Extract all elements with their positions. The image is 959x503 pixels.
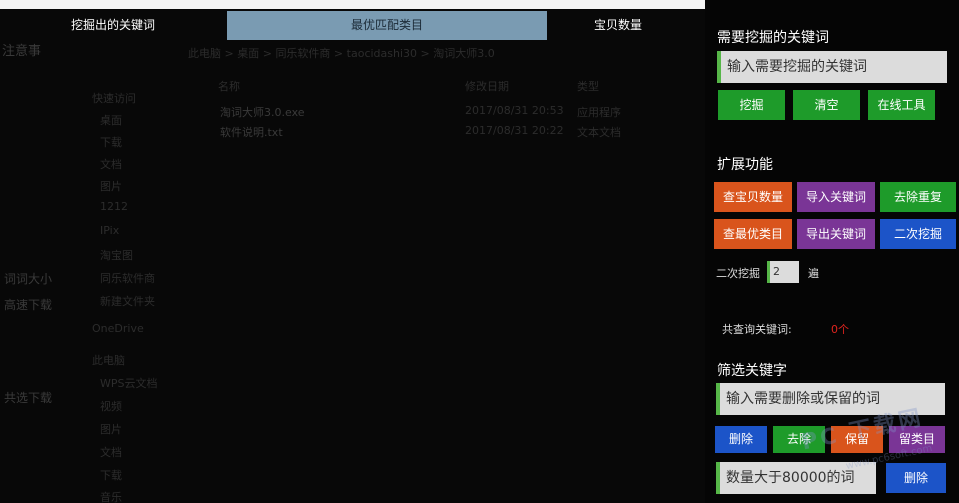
ghost-left-text: 共选下载 <box>4 391 53 405</box>
dedupe-button[interactable]: 去除重复 <box>880 182 956 212</box>
column-header-best-category[interactable]: 最优匹配类目 <box>227 11 547 40</box>
extend-section-title: 扩展功能 <box>717 157 773 173</box>
ghost-nav-item: 桌面 <box>100 114 122 127</box>
times-label: 遍 <box>808 267 819 280</box>
second-mine-label: 二次挖掘 <box>716 267 760 280</box>
total-queried-value: 0个 <box>831 323 849 336</box>
clear-button[interactable]: 清空 <box>793 90 860 120</box>
online-tools-button[interactable]: 在线工具 <box>868 90 935 120</box>
second-mine-count-input[interactable]: 2 <box>767 261 799 283</box>
ghost-nav-item: 下载 <box>100 136 122 149</box>
top-strip <box>0 0 705 9</box>
ghost-nav-item: IPix <box>100 224 120 237</box>
ghost-left-text: 词词大小 <box>4 272 53 286</box>
ghost-left-text: 注意事 <box>2 44 42 59</box>
ghost-nav-item: 文档 <box>100 158 122 171</box>
delete-button[interactable]: 删除 <box>715 426 767 453</box>
ghost-pc-item: 文档 <box>100 446 122 459</box>
filter-section-title: 筛选关键字 <box>717 363 787 379</box>
ghost-pc-item: 视频 <box>100 400 122 413</box>
ghost-pc-item: 下载 <box>100 469 122 482</box>
best-category-button[interactable]: 查最优类目 <box>714 219 792 249</box>
ghost-file-name: 软件说明.txt <box>220 126 283 139</box>
ghost-list-header: 修改日期 <box>465 80 509 93</box>
mine-button[interactable]: 挖掘 <box>718 90 785 120</box>
check-item-count-button[interactable]: 查宝贝数量 <box>714 182 792 212</box>
ghost-left-text: 高速下载 <box>4 298 53 312</box>
keyword-input[interactable]: 输入需要挖掘的关键词 <box>717 51 947 83</box>
ghost-pc-item: 图片 <box>100 423 122 436</box>
ghost-nav-item: 淘宝图 <box>100 249 133 262</box>
ghost-this-pc: 此电脑 <box>92 354 125 367</box>
ghost-file-type: 文本文档 <box>577 126 621 139</box>
ghost-breadcrumb: 此电脑 > 桌面 > 同乐软件商 > taocidashi30 > 淘词大师3.… <box>188 47 495 60</box>
ghost-nav-item: 新建文件夹 <box>100 295 155 308</box>
second-mine-button[interactable]: 二次挖掘 <box>880 219 956 249</box>
import-keywords-button[interactable]: 导入关键词 <box>797 182 875 212</box>
keyword-section-title: 需要挖掘的关键词 <box>717 30 829 46</box>
ghost-file-date: 2017/08/31 20:22 <box>465 124 564 137</box>
ghost-pc-item: WPS云文档 <box>100 377 158 390</box>
total-queried-label: 共查询关键词: <box>722 323 792 336</box>
ghost-quick-access: 快速访问 <box>92 92 136 105</box>
ghost-file-name: 淘词大师3.0.exe <box>220 106 305 119</box>
results-table-area: 注意事 词词大小 高速下载 共选下载 此电脑 > 桌面 > 同乐软件商 > ta… <box>0 0 705 503</box>
ghost-pc-item: 音乐 <box>100 491 122 503</box>
ghost-list-header: 类型 <box>577 80 599 93</box>
export-keywords-button[interactable]: 导出关键词 <box>797 219 875 249</box>
ghost-file-type: 应用程序 <box>577 106 621 119</box>
ghost-file-date: 2017/08/31 20:53 <box>465 104 564 117</box>
ghost-nav-item: 同乐软件商 <box>100 272 155 285</box>
ghost-nav-item: 1212 <box>100 200 128 213</box>
ghost-list-header: 名称 <box>218 80 240 93</box>
column-header-item-count[interactable]: 宝贝数量 <box>548 11 688 40</box>
quantity-delete-button[interactable]: 删除 <box>886 463 946 493</box>
ghost-onedrive: OneDrive <box>92 322 144 335</box>
column-header-keyword[interactable]: 挖掘出的关键词 <box>0 11 226 40</box>
ghost-nav-item: 图片 <box>100 180 122 193</box>
